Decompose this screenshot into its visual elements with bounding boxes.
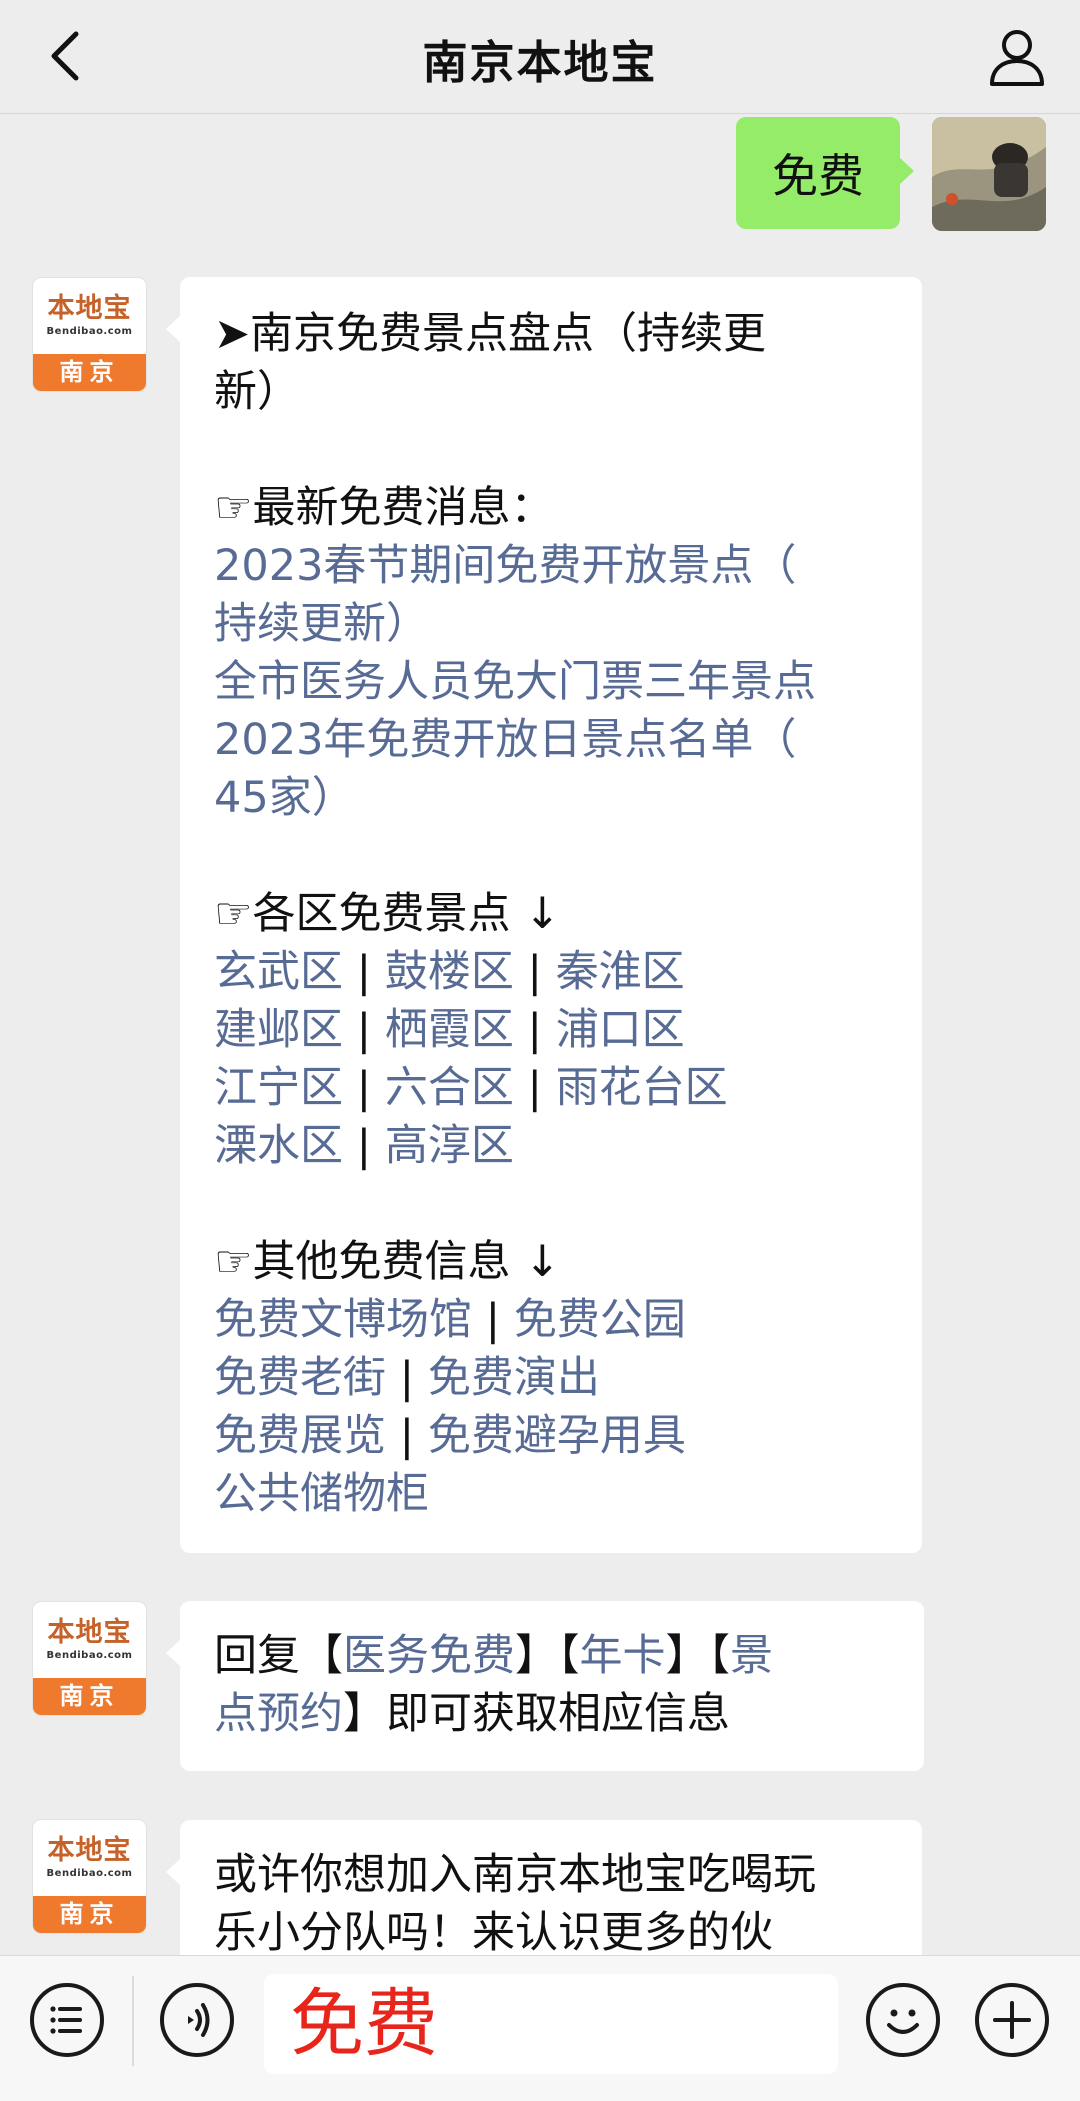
profile-icon[interactable] [984,24,1050,90]
separator: | [356,1121,372,1171]
reply-hint-line: 回复【医务免费】【年卡】【景 [214,1631,773,1681]
separator: | [527,1063,543,1113]
other-row: 免费文博场馆 | 免费公园 [214,1291,922,1349]
bot-avatar[interactable]: 本地宝 Bendibao.com 南京 [33,278,146,391]
separator: | [356,947,372,997]
keyword-link-reservation-cont[interactable]: 点预约 [214,1689,343,1739]
bot-avatar[interactable]: 本地宝 Bendibao.com 南京 [33,1602,146,1715]
message-title-cont: 新） [214,367,300,417]
district-link-gaochun[interactable]: 高淳区 [385,1121,514,1171]
avatar-logo-text: 本地宝 [47,293,132,324]
district-link-jianye[interactable]: 建邺区 [214,1005,343,1055]
menu-icon [50,2006,82,2034]
link-free-old-streets[interactable]: 免费老街 [214,1353,386,1403]
message-text: 或许你想加入南京本地宝吃喝玩 [214,1850,816,1900]
other-row: 公共储物柜 [214,1465,922,1523]
incoming-message-bubble: ➤南京免费景点盘点（持续更 新） ☞最新免费消息： 2023春节期间免费开放景点… [166,277,922,1553]
user-avatar[interactable] [932,117,1046,231]
district-link-yuhuatai[interactable]: 雨花台区 [556,1063,728,1113]
news-link-cont[interactable]: 45家） [214,769,922,827]
news-link-cont[interactable]: 持续更新） [214,595,922,653]
separator: | [356,1063,372,1113]
link-public-lockers[interactable]: 公共储物柜 [214,1469,429,1519]
avatar-logo-text: 本地宝 [47,1835,132,1866]
link-free-shows[interactable]: 免费演出 [428,1353,600,1403]
page-title: 南京本地宝 [422,36,658,89]
district-link-jiangning[interactable]: 江宁区 [214,1063,343,1113]
link-free-contraceptives[interactable]: 免费避孕用具 [428,1411,686,1461]
district-link-luhe[interactable]: 六合区 [385,1063,514,1113]
emoji-icon [887,2009,919,2034]
voice-icon [188,2003,210,2037]
outgoing-message-text: 免费 [772,149,864,203]
news-link[interactable]: 2023年免费开放日景点名单（ [214,711,922,769]
input-bar [0,1955,1080,2101]
avatar-logo-url: Bendibao.com [46,1650,133,1661]
keyword-link-reservation[interactable]: 景 [730,1631,773,1681]
message-input[interactable] [264,1974,838,2074]
nav-header: 南京本地宝 [0,0,1080,114]
district-row: 江宁区 | 六合区 | 雨花台区 [214,1059,922,1117]
district-link-lishui[interactable]: 溧水区 [214,1121,343,1171]
bot-avatar[interactable]: 本地宝 Bendibao.com 南京 [33,1820,146,1933]
message-title: ➤南京免费景点盘点（持续更 [214,309,767,359]
district-row: 玄武区 | 鼓楼区 | 秦淮区 [214,943,922,1001]
keyword-link-medical[interactable]: 医务免费 [343,1631,515,1681]
separator: | [399,1353,415,1403]
divider [132,1976,134,2066]
district-row: 溧水区 | 高淳区 [214,1117,922,1175]
incoming-message-bubble: 回复【医务免费】【年卡】【景 点预约】即可获取相应信息 [166,1601,924,1771]
district-link-gulou[interactable]: 鼓楼区 [385,947,514,997]
district-link-qixia[interactable]: 栖霞区 [385,1005,514,1055]
district-row: 建邺区 | 栖霞区 | 浦口区 [214,1001,922,1059]
link-free-museums[interactable]: 免费文博场馆 [214,1295,472,1345]
separator: | [527,947,543,997]
section-heading-other: ☞其他免费信息 ↓ [214,1237,561,1287]
plus-button[interactable] [975,1983,1049,2057]
news-link[interactable]: 2023春节期间免费开放景点（ [214,537,922,595]
menu-button[interactable] [30,1983,104,2057]
separator: | [356,1005,372,1055]
other-row: 免费老街 | 免费演出 [214,1349,922,1407]
avatar-city-label: 南京 [33,1896,146,1933]
reply-hint-line-cont: 点预约】即可获取相应信息 [214,1689,730,1739]
link-free-exhibitions[interactable]: 免费展览 [214,1411,386,1461]
avatar-logo-url: Bendibao.com [46,326,133,337]
user-avatar-photo [932,117,1046,231]
avatar-logo-url: Bendibao.com [46,1868,133,1879]
outgoing-message-row: 免费 [0,117,1080,232]
district-link-pukou[interactable]: 浦口区 [556,1005,685,1055]
emoji-button[interactable] [866,1983,940,2057]
keyword-link-annual-card[interactable]: 年卡 [580,1631,666,1681]
separator: | [485,1295,501,1345]
separator: | [399,1411,415,1461]
section-heading-latest: ☞最新免费消息： [214,483,554,533]
section-heading-districts: ☞各区免费景点 ↓ [214,889,561,939]
avatar-city-label: 南京 [33,1678,146,1715]
avatar-logo-text: 本地宝 [47,1617,132,1648]
voice-button[interactable] [160,1983,234,2057]
link-free-parks[interactable]: 免费公园 [514,1295,686,1345]
district-link-qinhuai[interactable]: 秦淮区 [556,947,685,997]
outgoing-message-bubble[interactable]: 免费 [736,117,914,229]
plus-icon [993,2001,1031,2039]
news-link[interactable]: 全市医务人员免大门票三年景点 [214,653,922,711]
other-row: 免费展览 | 免费避孕用具 [214,1407,922,1465]
avatar-city-label: 南京 [33,354,146,391]
separator: | [527,1005,543,1055]
message-text-cont: 乐小分队吗！来认识更多的伙 [214,1908,773,1958]
district-link-xuanwu[interactable]: 玄武区 [214,947,343,997]
